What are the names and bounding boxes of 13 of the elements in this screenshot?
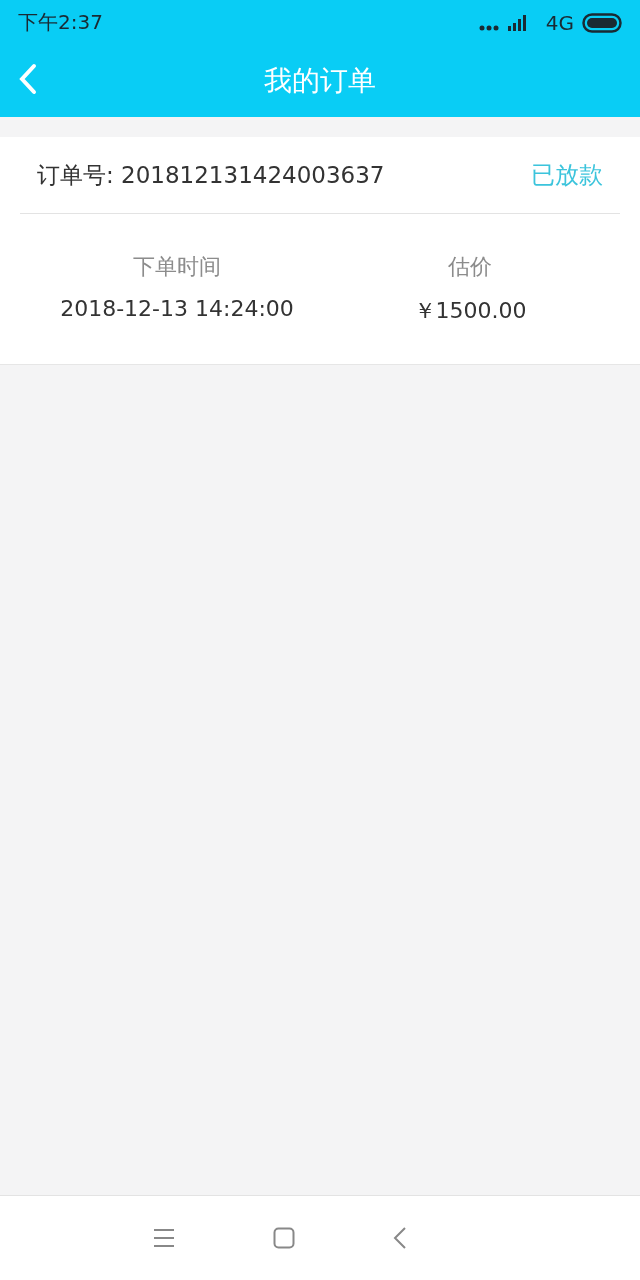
- menu-icon[interactable]: [153, 1228, 175, 1248]
- battery-icon: [582, 12, 622, 33]
- order-status: 已放款: [531, 160, 603, 191]
- order-number: 订单号: 201812131424003637: [37, 160, 385, 190]
- detail-label: 下单时间: [133, 253, 221, 281]
- status-time: 下午2:37: [18, 9, 103, 36]
- network-type: 4G: [545, 10, 574, 35]
- detail-value: 2018-12-13 14:24:00: [60, 296, 294, 321]
- page-title: 我的订单: [264, 63, 376, 99]
- home-icon[interactable]: [273, 1227, 295, 1249]
- detail-label: 估价: [448, 253, 492, 281]
- back-icon[interactable]: [393, 1226, 407, 1250]
- detail-value: ￥1500.00: [413, 297, 527, 325]
